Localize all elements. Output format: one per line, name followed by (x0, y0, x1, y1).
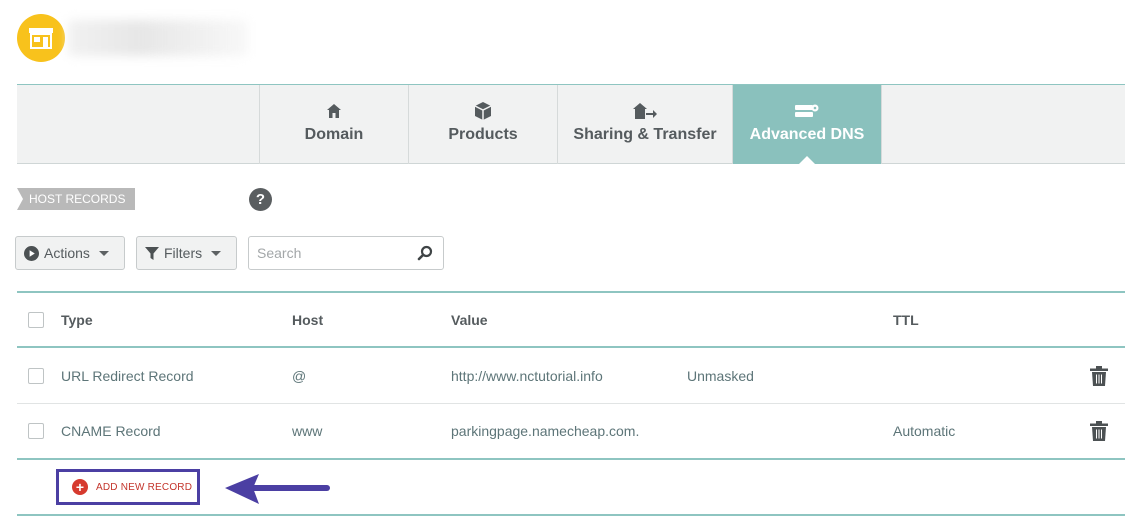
column-header-type: Type (61, 311, 93, 328)
chevron-down-icon (98, 250, 109, 256)
storefront-icon (29, 28, 53, 49)
search-icon[interactable] (417, 245, 433, 261)
column-header-ttl: TTL (893, 311, 919, 328)
tab-domain-label: Domain (304, 126, 364, 143)
tab-advanced-dns[interactable]: Advanced DNS (732, 85, 881, 164)
plus-circle-icon: + (72, 479, 88, 495)
record-value[interactable]: http://www.nctutorial.info (451, 348, 603, 403)
play-circle-icon (24, 245, 39, 261)
house-arrow-icon (633, 100, 657, 122)
domain-tab-bar: Domain Products Sharing & Transfer Advan… (17, 84, 1125, 164)
row-checkbox[interactable] (28, 367, 44, 384)
box-icon (473, 100, 493, 122)
table-row: CNAME Record www parkingpage.namecheap.c… (17, 404, 1125, 460)
trash-icon[interactable] (1090, 365, 1108, 386)
table-row: URL Redirect Record @ http://www.nctutor… (17, 348, 1125, 404)
chevron-down-icon (211, 250, 222, 256)
server-gear-icon (794, 100, 820, 122)
record-type[interactable]: CNAME Record (61, 404, 161, 458)
record-value[interactable]: parkingpage.namecheap.com. (451, 404, 639, 458)
tab-products-label: Products (448, 126, 518, 143)
table-header-row: Type Host Value TTL (17, 291, 1125, 348)
actions-label: Actions (44, 245, 90, 261)
trash-icon[interactable] (1090, 421, 1108, 441)
select-all-checkbox[interactable] (28, 311, 44, 328)
record-host[interactable]: @ (292, 348, 306, 403)
funnel-icon (145, 246, 159, 260)
record-type[interactable]: URL Redirect Record (61, 348, 194, 403)
house-icon (326, 100, 342, 122)
column-header-host: Host (292, 311, 324, 328)
search-input[interactable] (257, 245, 407, 261)
tab-advanced-dns-label: Advanced DNS (749, 126, 865, 143)
filters-dropdown[interactable]: Filters (136, 236, 237, 270)
tab-domain[interactable]: Domain (259, 85, 408, 164)
blurred-domain-name (68, 20, 248, 56)
tab-sharing-transfer-label: Sharing & Transfer (573, 126, 717, 143)
host-records-label: HOST RECORDS (17, 188, 136, 210)
actions-dropdown[interactable]: Actions (15, 236, 125, 270)
add-new-record-button[interactable]: + ADD NEW RECORD (56, 469, 200, 505)
add-new-record-label: ADD NEW RECORD (96, 481, 193, 493)
tab-divider (881, 85, 882, 164)
row-checkbox[interactable] (28, 423, 44, 439)
filters-label: Filters (164, 245, 203, 261)
record-ttl[interactable]: Automatic (893, 404, 955, 458)
tab-sharing-transfer[interactable]: Sharing & Transfer (557, 85, 732, 164)
host-records-table: Type Host Value TTL URL Redirect Record … (17, 291, 1125, 460)
help-icon[interactable]: ? (249, 188, 272, 211)
record-host[interactable]: www (292, 404, 322, 458)
search-box (248, 236, 444, 270)
column-header-value: Value (451, 311, 488, 328)
record-redirect-mode[interactable]: Unmasked (687, 348, 754, 403)
add-record-area: + ADD NEW RECORD (17, 460, 1125, 516)
tab-products[interactable]: Products (408, 85, 557, 164)
pointer-arrow-icon (225, 474, 330, 504)
storefront-logo (17, 14, 65, 62)
